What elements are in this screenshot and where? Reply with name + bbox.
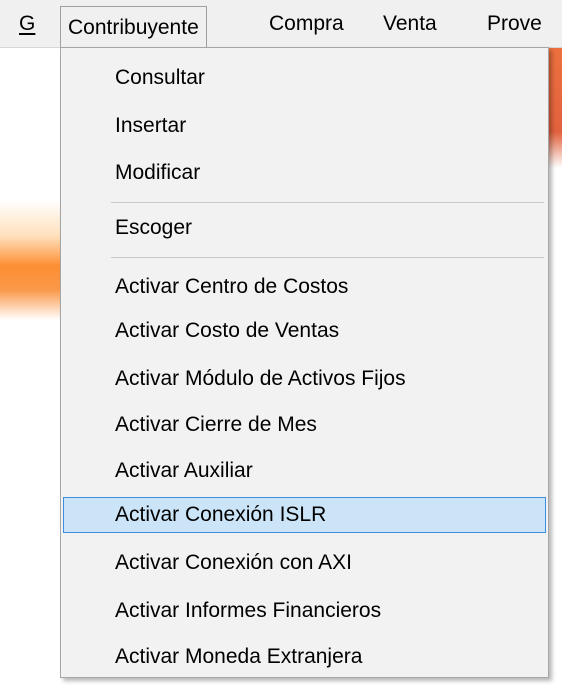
- contribuyente-dropdown-menu: Consultar Insertar Modificar Escoger Act…: [60, 47, 549, 678]
- menubar-item-label: G: [19, 12, 36, 35]
- menu-item-activar-moneda-extranjera[interactable]: Activar Moneda Extranjera: [63, 639, 546, 675]
- menu-item-label: Consultar: [115, 66, 205, 89]
- menu-item-escoger[interactable]: Escoger: [63, 210, 546, 246]
- menu-item-label: Activar Conexión ISLR: [115, 503, 327, 526]
- menu-item-modificar[interactable]: Modificar: [63, 155, 546, 191]
- menubar-item-label: Prove: [487, 12, 542, 35]
- menu-item-label: Activar Conexión con AXI: [115, 551, 352, 574]
- menu-item-consultar[interactable]: Consultar: [63, 60, 546, 96]
- menu-item-activar-conexion-islr[interactable]: Activar Conexión ISLR: [63, 497, 546, 533]
- menu-item-label: Activar Módulo de Activos Fijos: [115, 367, 406, 390]
- menubar-item-g[interactable]: G: [12, 6, 42, 42]
- menubar-item-venta[interactable]: Venta: [376, 6, 444, 42]
- menu-separator: [111, 257, 544, 258]
- menu-item-activar-centro-de-costos[interactable]: Activar Centro de Costos: [63, 269, 546, 305]
- menu-item-label: Activar Informes Financieros: [115, 599, 382, 622]
- menu-item-activar-modulo-de-activos-fijos[interactable]: Activar Módulo de Activos Fijos: [63, 361, 546, 397]
- menubar-item-prove[interactable]: Prove: [480, 6, 549, 42]
- menu-item-label: Modificar: [115, 161, 201, 184]
- menu-item-label: Activar Costo de Ventas: [115, 319, 340, 342]
- menu-item-activar-costo-de-ventas[interactable]: Activar Costo de Ventas: [63, 313, 546, 349]
- menubar-item-label: Compra: [269, 12, 344, 35]
- menu-item-label: Escoger: [115, 216, 193, 239]
- menubar-item-compra[interactable]: Compra: [262, 6, 351, 42]
- menu-item-insertar[interactable]: Insertar: [63, 108, 546, 144]
- menu-separator: [111, 202, 544, 203]
- menu-bar: G Contribuyente Compra Venta Prove: [0, 0, 562, 48]
- menu-item-label: Activar Moneda Extranjera: [115, 645, 363, 668]
- menubar-item-label: Venta: [383, 12, 437, 35]
- menubar-item-contribuyente[interactable]: Contribuyente: [60, 6, 207, 47]
- menu-item-label: Activar Cierre de Mes: [115, 413, 317, 436]
- menu-item-activar-informes-financieros[interactable]: Activar Informes Financieros: [63, 593, 546, 629]
- menubar-item-label: Contribuyente: [68, 15, 199, 39]
- menu-item-activar-cierre-de-mes[interactable]: Activar Cierre de Mes: [63, 407, 546, 443]
- menu-item-label: Activar Auxiliar: [115, 459, 253, 482]
- menu-item-label: Activar Centro de Costos: [115, 275, 349, 298]
- menu-item-activar-auxiliar[interactable]: Activar Auxiliar: [63, 453, 546, 489]
- menu-item-label: Insertar: [115, 114, 187, 137]
- menu-item-activar-conexion-con-axi[interactable]: Activar Conexión con AXI: [63, 545, 546, 581]
